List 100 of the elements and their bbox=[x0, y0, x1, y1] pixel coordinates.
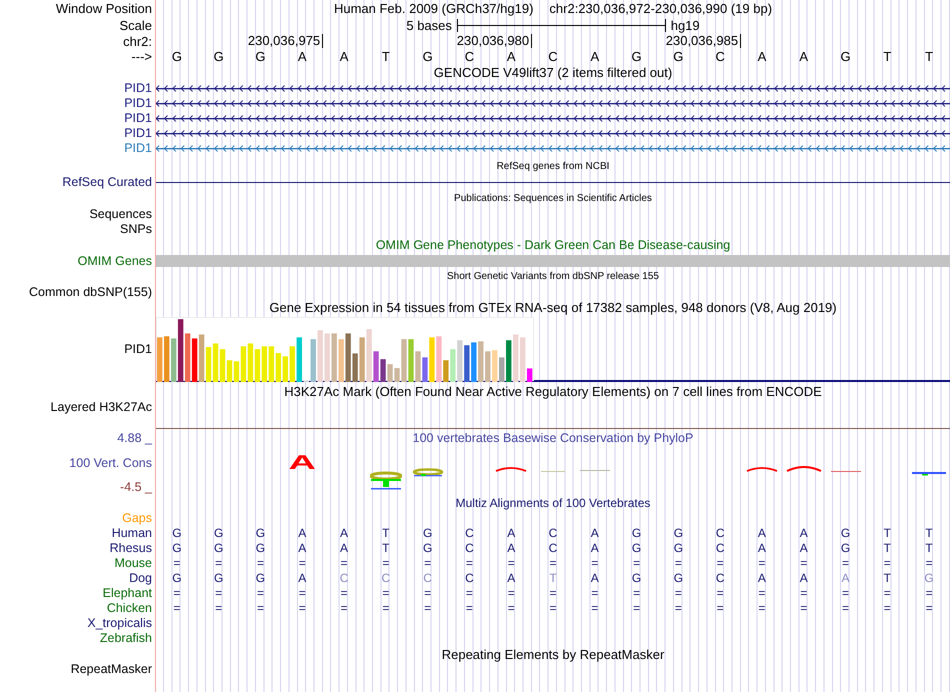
base-letter: = bbox=[632, 601, 642, 616]
base-letter: = bbox=[548, 586, 558, 601]
base-letter: C bbox=[422, 571, 433, 586]
base-letter: G bbox=[672, 571, 684, 586]
base-letter: = bbox=[340, 586, 349, 601]
axis-label: 100 Vert. Cons bbox=[69, 456, 152, 470]
base-letter: A bbox=[756, 49, 768, 64]
ruler-tick-label: 230,036,980 bbox=[456, 34, 532, 48]
base-letter: A bbox=[840, 571, 851, 586]
base-letter: = bbox=[924, 556, 934, 571]
base-letter: = bbox=[799, 586, 808, 601]
gene-label[interactable]: PID1 bbox=[124, 111, 152, 126]
base-letter: = bbox=[590, 601, 600, 616]
base-letter: C bbox=[548, 526, 558, 541]
base-letter: A bbox=[506, 526, 516, 541]
scale-label: 5 bases bbox=[406, 18, 452, 32]
species-label: Elephant bbox=[102, 586, 152, 601]
base-letter: T bbox=[882, 571, 892, 586]
base-letter: G bbox=[923, 571, 935, 586]
track-title: RefSeq genes from NCBI bbox=[496, 160, 610, 174]
base-letter: = bbox=[841, 601, 850, 616]
base-letter: = bbox=[464, 601, 474, 616]
base-letter: C bbox=[548, 541, 558, 556]
base-letter: T bbox=[882, 541, 892, 556]
expression-bar bbox=[318, 330, 323, 382]
base-letter: G bbox=[840, 541, 852, 556]
gene-label[interactable]: PID1 bbox=[124, 81, 152, 96]
species-label: Gaps bbox=[122, 511, 152, 526]
ruler-tick-label: 230,036,985 bbox=[666, 34, 742, 48]
base-letter: = bbox=[882, 556, 892, 571]
gene-label[interactable]: PID1 bbox=[124, 96, 152, 111]
base-letter: = bbox=[799, 601, 808, 616]
base-letter: = bbox=[298, 556, 307, 571]
base-letter: = bbox=[841, 586, 850, 601]
base-letter: A bbox=[798, 526, 809, 541]
base-letter: G bbox=[254, 571, 266, 586]
logo-mark-drawing bbox=[786, 466, 822, 472]
axis-label: 4.88 _ bbox=[117, 430, 152, 446]
base-letter: C bbox=[464, 526, 475, 541]
base-letter: T bbox=[924, 541, 934, 556]
assembly-label: hg19 bbox=[670, 18, 700, 32]
base-letter: G bbox=[213, 526, 224, 541]
base-letter: G bbox=[630, 49, 643, 64]
base-letter: C bbox=[464, 571, 475, 586]
base-letter: = bbox=[172, 586, 182, 601]
track-label: RefSeq Curated bbox=[62, 175, 152, 190]
base-letter: G bbox=[422, 49, 434, 64]
base-letter: A bbox=[297, 541, 308, 556]
base-letter: = bbox=[674, 556, 683, 571]
base-letter: A bbox=[590, 571, 600, 586]
row-label: Scale bbox=[119, 18, 152, 32]
species-label: Rhesus bbox=[110, 541, 152, 556]
base-letter: A bbox=[296, 49, 308, 64]
base-letter: C bbox=[464, 49, 476, 64]
gene-label[interactable]: PID1 bbox=[124, 141, 152, 156]
base-letter: = bbox=[757, 586, 766, 601]
base-letter: G bbox=[672, 541, 684, 556]
expression-bar bbox=[324, 333, 330, 382]
track-title: Multiz Alignments of 100 Vertebrates bbox=[456, 496, 650, 511]
base-letter: = bbox=[506, 586, 516, 601]
base-letter: = bbox=[214, 556, 224, 571]
base-letter: T bbox=[924, 49, 934, 64]
base-letter: = bbox=[464, 586, 474, 601]
track-label: RepeatMasker bbox=[70, 662, 152, 676]
base-letter: = bbox=[882, 586, 892, 601]
base-letter: = bbox=[757, 556, 766, 571]
base-letter: C bbox=[464, 541, 475, 556]
base-letter: A bbox=[798, 571, 809, 586]
base-letter: = bbox=[214, 586, 224, 601]
base-letter: = bbox=[381, 601, 390, 616]
row-label: Window Position bbox=[56, 1, 152, 16]
base-letter: = bbox=[172, 556, 182, 571]
row-label: chr2: bbox=[123, 34, 152, 48]
species-label: Human bbox=[112, 526, 152, 541]
logo-mark-drawing bbox=[746, 467, 778, 472]
base-letter: A bbox=[756, 571, 767, 586]
logo-mark-drawing bbox=[912, 472, 946, 476]
base-letter: = bbox=[882, 601, 892, 616]
base-letter: = bbox=[172, 601, 182, 616]
base-letter: C bbox=[714, 571, 726, 586]
base-letter: = bbox=[381, 586, 390, 601]
base-letter: = bbox=[506, 556, 516, 571]
species-label: Zebrafish bbox=[100, 631, 152, 646]
base-letter: G bbox=[254, 541, 266, 556]
base-letter: = bbox=[340, 556, 349, 571]
base-letter: C bbox=[714, 541, 726, 556]
track-title: Publications: Sequences in Scientific Articles bbox=[454, 192, 652, 206]
expression-bar bbox=[492, 350, 498, 382]
base-letter: = bbox=[256, 556, 265, 571]
base-letter: G bbox=[422, 526, 434, 541]
base-letter: = bbox=[716, 601, 725, 616]
base-letter: G bbox=[170, 49, 183, 64]
base-letter: = bbox=[716, 586, 725, 601]
base-letter: A bbox=[506, 541, 516, 556]
gene-label[interactable]: PID1 bbox=[124, 126, 152, 141]
expression-bar bbox=[310, 339, 316, 382]
base-letter: T bbox=[924, 526, 934, 541]
base-letter: = bbox=[214, 601, 224, 616]
logo-mark-drawing bbox=[495, 467, 528, 472]
base-letter: C bbox=[380, 571, 392, 586]
